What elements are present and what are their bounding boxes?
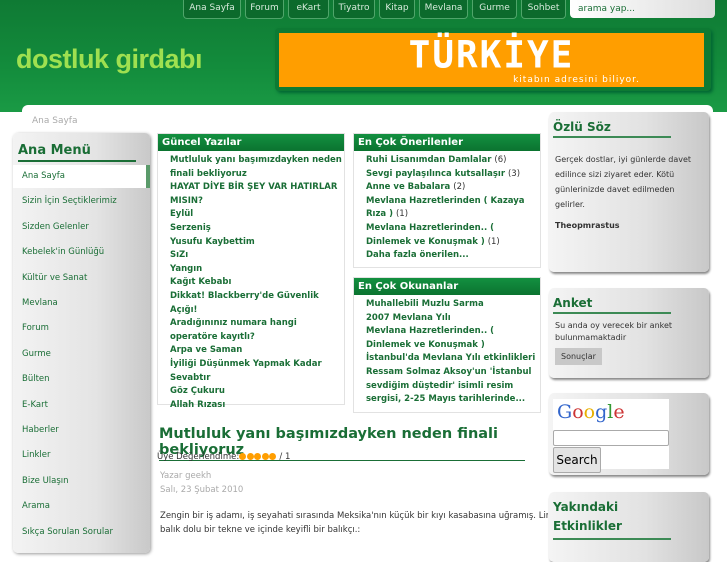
site-logo[interactable]: dostluk girdabı xyxy=(16,44,203,75)
list-item[interactable]: HAYAT DİYE BİR ŞEY VAR HATIRLAR MISIN? xyxy=(170,181,344,208)
rating-suffix: / 1 xyxy=(279,452,291,462)
list-item[interactable]: Eylül xyxy=(170,208,344,222)
list-link[interactable]: Mevlana Hazretlerinden.. ( Dinlemek ve K… xyxy=(366,223,494,247)
nav-tab[interactable]: Gurme xyxy=(472,0,517,19)
google-search-button[interactable]: Search xyxy=(553,447,601,473)
menu-item[interactable]: Forum xyxy=(22,323,49,333)
breadcrumb[interactable]: Ana Sayfa xyxy=(32,116,77,126)
count: (3) xyxy=(507,168,521,179)
list-link[interactable]: Anne ve Babalara xyxy=(366,182,450,192)
more-link[interactable]: Daha fazla önerilen... xyxy=(366,249,540,263)
article-author: Yazar geekh xyxy=(160,471,212,481)
list-link[interactable]: Mevlana Hazretlerinden ( Kazaya Rıza ) xyxy=(366,196,525,220)
en-cok-okunanlar-box: En Çok Okunanlar Muhallebili Muzlu Sarma… xyxy=(353,277,541,413)
rating-stars xyxy=(239,452,277,462)
search-input[interactable]: arama yap... xyxy=(570,0,715,18)
box-header: Güncel Yazılar xyxy=(158,134,344,151)
rating-label: Üye Değerlendime: xyxy=(157,452,240,462)
nav-tab[interactable]: Kitap xyxy=(379,0,415,19)
list-item[interactable]: İstanbul'da Mevlana Yılı etkinlikleri xyxy=(366,352,540,366)
box-header: En Çok Önerilenler xyxy=(354,134,540,151)
list-item[interactable]: Yangın xyxy=(170,263,344,277)
list-item[interactable]: Ruhi Lisanımdan Damlalar (6) xyxy=(366,154,540,168)
list-item[interactable]: Göz Çukuru xyxy=(170,385,344,399)
banner-title: TÜRKİYE xyxy=(408,33,575,78)
nav-tab[interactable]: Ana Sayfa xyxy=(183,0,241,19)
google-logo: Google xyxy=(557,401,625,423)
list-item[interactable]: Muhallebili Muzlu Sarma xyxy=(366,298,540,312)
nav-tab[interactable]: Mevlana xyxy=(419,0,468,19)
list-item[interactable]: Mevlana Hazretlerinden.. ( Dinlemek ve K… xyxy=(366,222,540,249)
google-search-input[interactable] xyxy=(553,430,669,446)
menu-item[interactable]: Sizden Gelenler xyxy=(22,222,89,232)
quote-text: Gerçek dostlar, iyi günlerde davet edili… xyxy=(555,155,692,209)
star-icon xyxy=(239,453,247,460)
guncel-yazilar-box: Güncel Yazılar Mutluluk yanı başımızdayk… xyxy=(157,133,345,410)
menu-item[interactable]: Kebelek'in Günlüğü xyxy=(22,247,104,257)
menu-item[interactable]: E-Kart xyxy=(22,400,48,410)
box-title: Yakındaki Etkinlikler xyxy=(553,498,671,540)
list-item[interactable]: Mevlana Hazretlerinden.. ( Dinlemek ve K… xyxy=(366,325,540,352)
count: (1) xyxy=(395,209,409,220)
star-icon xyxy=(246,453,254,460)
yakindaki-etkinlikler-box: Yakındaki Etkinlikler xyxy=(549,492,709,562)
star-icon xyxy=(269,453,277,460)
menu-item[interactable]: Haberler xyxy=(22,425,59,435)
menu-item[interactable]: Bülten xyxy=(22,374,50,384)
nav-tab[interactable]: eKart xyxy=(288,0,329,19)
star-icon xyxy=(261,453,269,460)
list-item[interactable]: Serzeniş xyxy=(170,222,344,236)
banner-ad[interactable]: TÜRKİYE kitabın adresini biliyor. xyxy=(275,28,711,91)
poll-text: Su anda oy verecek bir anket bulunmamakt… xyxy=(555,321,673,342)
article-paragraph: Zengin bir iş adamı, iş seyahati sırasın… xyxy=(160,511,548,521)
main-menu-title: Ana Menü xyxy=(18,143,136,162)
count: (1) xyxy=(487,236,500,247)
list-item[interactable]: Kağıt Kebabı xyxy=(170,276,344,290)
rating: Üye Değerlendime: / 1 xyxy=(157,452,290,462)
list-item[interactable]: İyiliği Düşünmek Yapmak Kadar Sevabtır xyxy=(170,358,344,385)
menu-item[interactable]: Gurme xyxy=(22,349,51,359)
article-paragraph: balık dolu bir tekne ve içinde keyifli b… xyxy=(160,525,361,535)
menu-item[interactable]: Sizin İçin Seçtiklerimiz xyxy=(22,196,117,206)
menu-item[interactable]: Sıkça Sorulan Sorular xyxy=(22,527,113,537)
list-item[interactable]: Mevlana Hazretlerinden ( Kazaya Rıza ) (… xyxy=(366,195,540,222)
star-icon xyxy=(254,453,262,460)
count: (2) xyxy=(453,182,466,193)
menu-item[interactable]: Linkler xyxy=(22,450,51,460)
google-search-box: Google Search xyxy=(549,393,709,475)
main-menu: Ana Menü Ana Sayfa Sizin İçin Seçtiklerim… xyxy=(13,133,150,553)
list-item[interactable]: Ressam Solmaz Aksoy'un 'İstanbul sevdiği… xyxy=(366,366,540,407)
list-item[interactable]: Aradığınınız numara hangi operatöre kayı… xyxy=(170,317,344,344)
quote-author: Theopmrastus xyxy=(555,221,620,230)
ozlu-soz-box: Özlü Söz Gerçek dostlar, iyi günlerde da… xyxy=(549,112,709,272)
list-item[interactable]: Arpa ve Saman xyxy=(170,344,344,358)
anket-box: Anket Su anda oy verecek bir anket bulun… xyxy=(549,288,709,378)
list-item[interactable]: Allah Rızası xyxy=(170,399,344,413)
list-item[interactable]: Anne ve Babalara (2) xyxy=(366,181,540,195)
list-link[interactable]: Sevgi paylaşılınca kutsallaşır xyxy=(366,169,505,179)
list-item[interactable]: Dikkat! Blackberry'de Güvenlik Açığı! xyxy=(170,290,344,317)
menu-item[interactable]: Mevlana xyxy=(22,298,58,308)
nav-tab[interactable]: Tiyatro xyxy=(333,0,375,19)
menu-item[interactable]: Arama xyxy=(22,501,50,511)
nav-tab[interactable]: Forum xyxy=(245,0,284,19)
nav-tab[interactable]: Sohbet xyxy=(521,0,566,19)
banner-subtitle: kitabın adresini biliyor. xyxy=(513,75,640,85)
menu-item[interactable]: Bize Ulaşın xyxy=(22,476,69,486)
en-cok-onerilenler-box: En Çok Önerilenler Ruhi Lisanımdan Damla… xyxy=(353,133,541,268)
list-item[interactable]: Sevgi paylaşılınca kutsallaşır (3) xyxy=(366,168,540,182)
list-item[interactable]: SıZı xyxy=(170,249,344,263)
list-link[interactable]: Ruhi Lisanımdan Damlalar xyxy=(366,155,491,165)
box-header: En Çok Okunanlar xyxy=(354,278,540,295)
list-item[interactable]: Yusufu Kaybettim xyxy=(170,236,344,250)
list-item[interactable]: 2007 Mevlana Yılı xyxy=(366,312,540,326)
menu-item[interactable]: Ana Sayfa xyxy=(22,171,65,181)
menu-item[interactable]: Kültür ve Sanat xyxy=(22,273,87,283)
article-date: Salı, 23 Şubat 2010 xyxy=(160,485,244,495)
box-title: Anket xyxy=(553,296,671,314)
results-button[interactable]: Sonuçlar xyxy=(555,348,602,365)
count: (6) xyxy=(494,155,507,165)
box-title: Özlü Söz xyxy=(553,120,671,138)
list-item[interactable]: Mutluluk yanı başımızdayken neden finali… xyxy=(170,154,344,181)
